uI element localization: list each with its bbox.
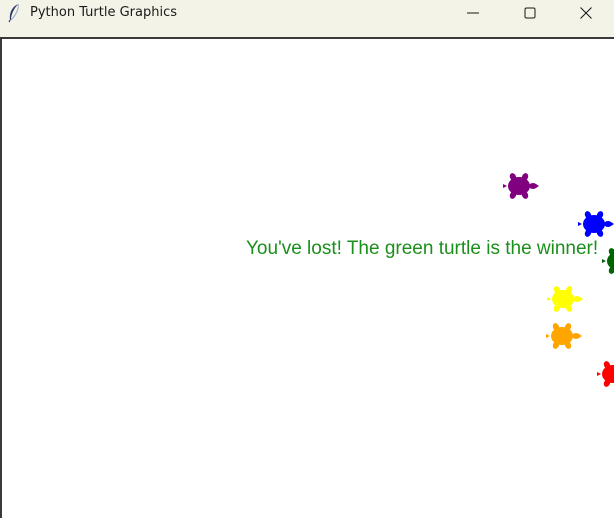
minimize-icon <box>467 12 479 14</box>
maximize-icon <box>524 7 536 19</box>
turtle-red <box>597 361 614 387</box>
menu-strip <box>0 26 614 37</box>
turtle-purple <box>503 173 539 199</box>
turtle-green <box>602 248 614 274</box>
window-title: Python Turtle Graphics <box>30 5 177 20</box>
turtle-yellow <box>547 286 583 312</box>
result-message: You've lost! The green turtle is the win… <box>246 238 599 259</box>
turtle-window: Python Turtle Graphics You've lost! The … <box>0 0 614 518</box>
maximize-button[interactable] <box>502 0 558 26</box>
turtle-canvas[interactable] <box>0 37 614 518</box>
close-button[interactable] <box>558 0 614 26</box>
feather-icon <box>8 3 19 23</box>
title-bar[interactable]: Python Turtle Graphics <box>0 0 614 26</box>
minimize-button[interactable] <box>445 0 501 26</box>
turtle-blue <box>578 211 614 237</box>
close-icon <box>580 7 592 19</box>
turtle-orange <box>546 323 582 349</box>
